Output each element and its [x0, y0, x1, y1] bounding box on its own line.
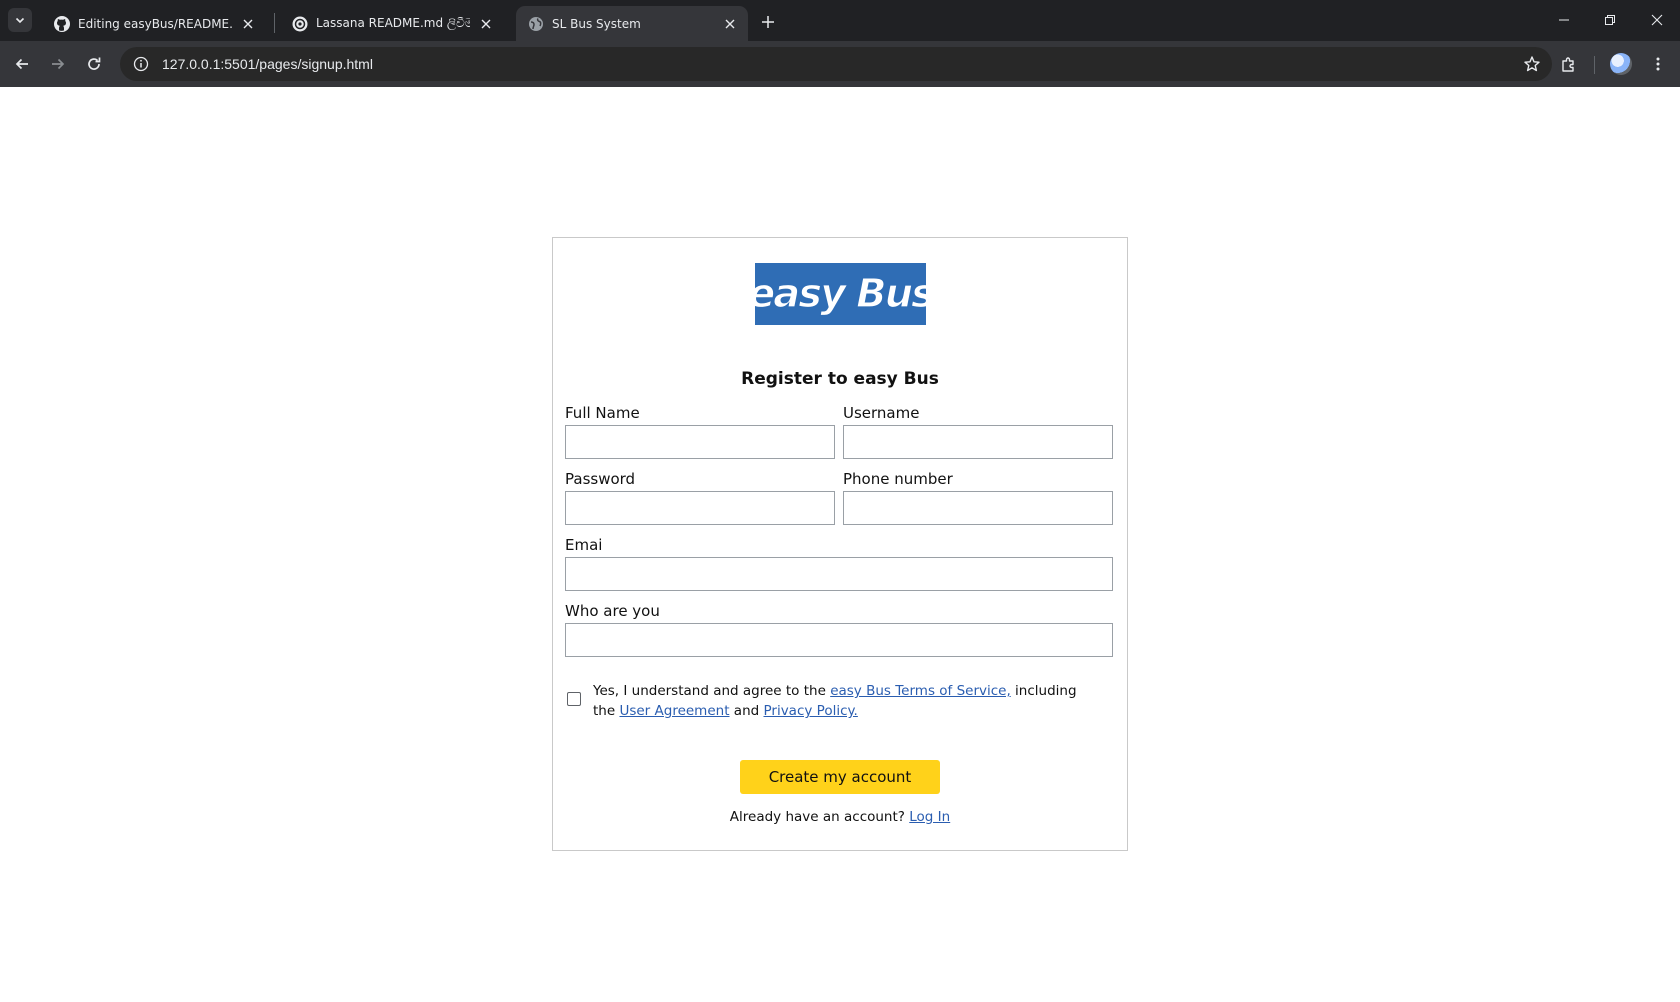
- tab-strip: Editing easyBus/README.md at Lassana REA…: [0, 0, 1680, 41]
- tab-search-button[interactable]: [8, 8, 32, 32]
- url-text[interactable]: 127.0.0.1:5501/pages/signup.html: [162, 56, 373, 72]
- avatar: [1610, 53, 1632, 75]
- profile-button[interactable]: [1606, 49, 1636, 79]
- terms-of-service-link[interactable]: easy Bus Terms of Service,: [830, 683, 1011, 699]
- site-info-icon[interactable]: [124, 47, 158, 81]
- minimize-button[interactable]: [1541, 0, 1587, 40]
- browser-menu-button[interactable]: [1643, 49, 1673, 79]
- puzzle-icon: [1562, 57, 1574, 72]
- username-label: Username: [843, 404, 920, 422]
- password-label: Password: [565, 470, 636, 488]
- tab-chatgpt[interactable]: Lassana README.md ලිවීම: [280, 6, 504, 41]
- tab-github[interactable]: Editing easyBus/README.md at: [42, 6, 266, 41]
- tab-title: Editing easyBus/README.md at: [78, 16, 232, 31]
- arrow-left-icon: [15, 58, 28, 70]
- close-icon: [1651, 14, 1663, 26]
- privacy-policy-link[interactable]: Privacy Policy.: [763, 703, 857, 719]
- tab-sl-bus-system[interactable]: SL Bus System: [516, 6, 748, 41]
- chevron-down-icon: [15, 17, 25, 24]
- chatgpt-icon: [292, 16, 308, 32]
- email-input[interactable]: [565, 557, 1113, 591]
- back-button[interactable]: [7, 49, 37, 79]
- easy-bus-logo: easy Bus: [755, 263, 926, 325]
- restore-button[interactable]: [1587, 0, 1633, 40]
- minimize-icon: [1559, 19, 1569, 21]
- phone-number-input[interactable]: [843, 491, 1113, 525]
- close-icon[interactable]: [722, 16, 738, 32]
- tab-title: Lassana README.md ලිවීම: [316, 16, 470, 30]
- who-are-you-input[interactable]: [565, 623, 1113, 657]
- login-link[interactable]: Log In: [909, 809, 950, 825]
- email-label: Emai: [565, 536, 603, 554]
- forward-button[interactable]: [43, 49, 73, 79]
- restore-icon: [1605, 15, 1615, 25]
- who-are-you-label: Who are you: [565, 602, 660, 620]
- browser-toolbar: 127.0.0.1:5501/pages/signup.html: [0, 41, 1680, 87]
- terms-text: Yes, I understand and agree to the easy …: [593, 681, 1093, 721]
- close-icon[interactable]: [478, 16, 494, 32]
- reload-button[interactable]: [79, 49, 109, 79]
- page-viewport: easy Bus Register to easy Bus Full Name …: [0, 87, 1680, 1002]
- address-bar[interactable]: 127.0.0.1:5501/pages/signup.html: [120, 47, 1552, 81]
- reload-icon: [88, 57, 101, 70]
- login-prompt: Already have an account? Log In: [553, 809, 1127, 825]
- bookmark-star-icon[interactable]: [1520, 52, 1544, 76]
- arrow-right-icon: [52, 58, 65, 70]
- create-account-button[interactable]: Create my account: [740, 760, 940, 794]
- github-icon: [54, 15, 70, 32]
- more-vertical-icon: [1656, 57, 1660, 71]
- user-agreement-link[interactable]: User Agreement: [619, 703, 729, 719]
- full-name-label: Full Name: [565, 404, 640, 422]
- logo-text: easy Bus: [755, 270, 926, 317]
- close-icon[interactable]: [240, 16, 256, 32]
- terms-and: and: [729, 703, 764, 719]
- toolbar-divider: [1594, 56, 1595, 74]
- tab-divider: [274, 13, 275, 33]
- page-title: Register to easy Bus: [741, 369, 939, 389]
- login-prompt-text: Already have an account?: [729, 809, 910, 825]
- globe-icon: [528, 16, 544, 32]
- close-window-button[interactable]: [1634, 0, 1680, 40]
- new-tab-button[interactable]: [756, 10, 780, 34]
- full-name-input[interactable]: [565, 425, 835, 459]
- password-input[interactable]: [565, 491, 835, 525]
- username-input[interactable]: [843, 425, 1113, 459]
- tab-title: SL Bus System: [552, 16, 641, 31]
- plus-icon: [762, 16, 774, 28]
- terms-checkbox[interactable]: [567, 692, 581, 706]
- phone-number-label: Phone number: [843, 470, 953, 488]
- terms-prefix: Yes, I understand and agree to the: [593, 683, 831, 699]
- extensions-button[interactable]: [1554, 49, 1584, 79]
- signup-card: easy Bus Register to easy Bus Full Name …: [552, 237, 1128, 851]
